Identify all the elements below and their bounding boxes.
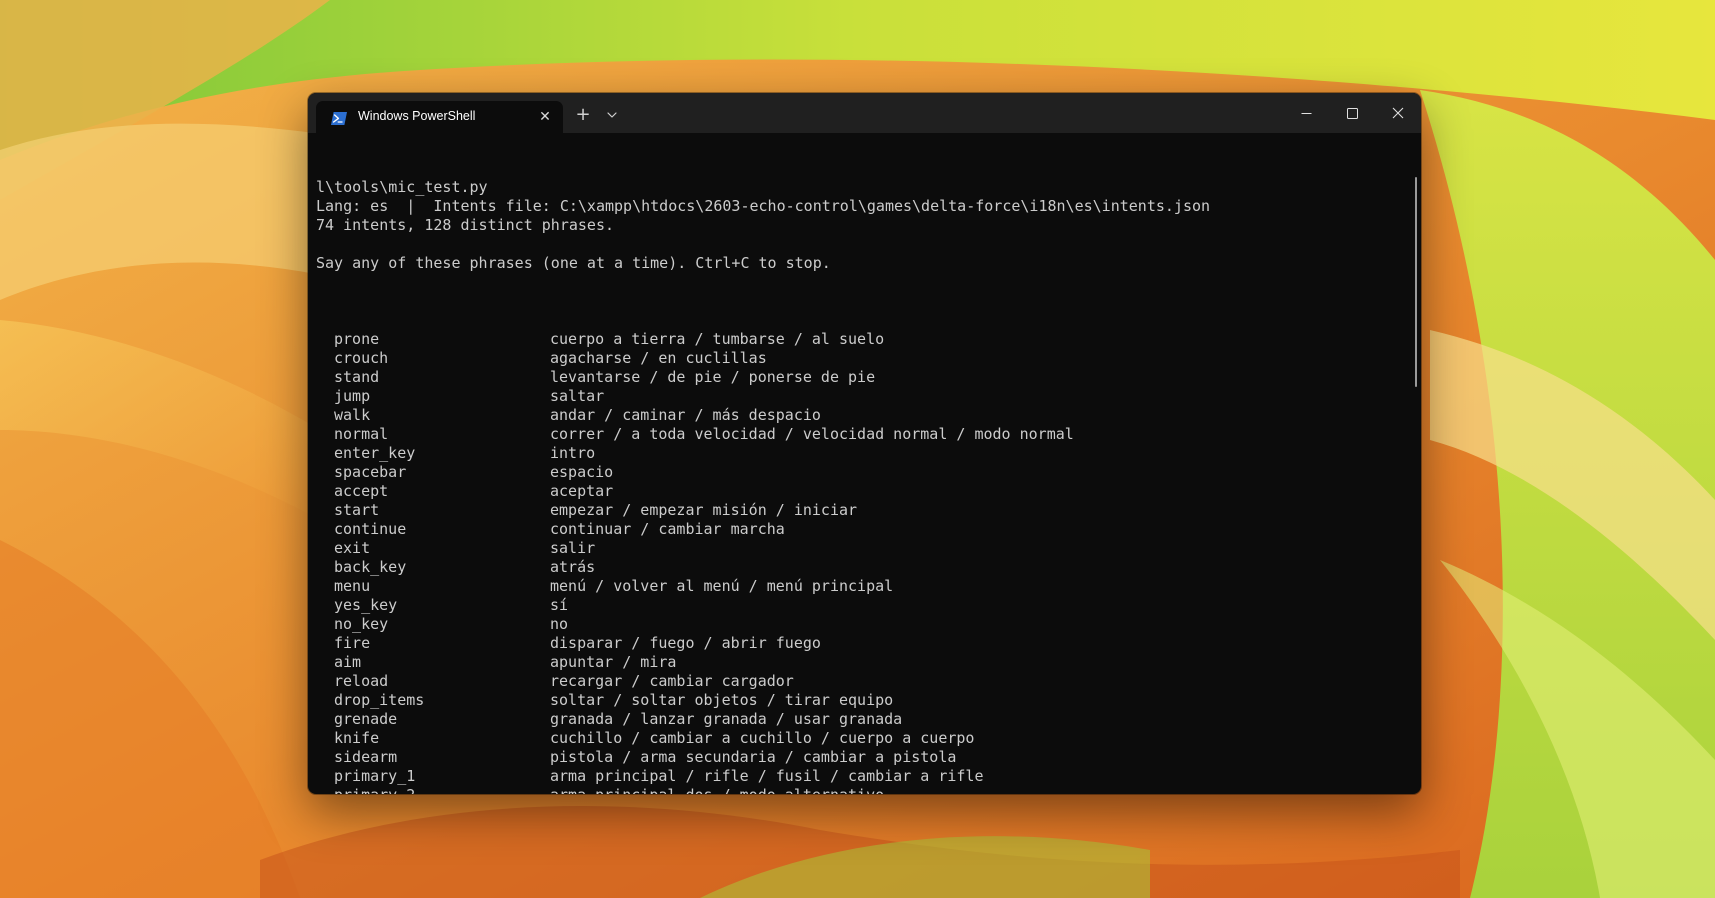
intent-phrases: continuar / cambiar marcha xyxy=(550,520,785,538)
intent-name: primary_1 xyxy=(334,767,416,785)
terminal-line: Lang: es | Intents file: C:\xampp\htdocs… xyxy=(316,197,1211,215)
intent-name: reload xyxy=(334,672,389,690)
maximize-icon[interactable] xyxy=(1329,93,1375,133)
intent-row: crouch agacharse / en cuclillas xyxy=(316,349,1406,368)
intent-row: primary_1 arma principal / rifle / fusil … xyxy=(316,767,1406,786)
terminal-line: 74 intents, 128 distinct phrases. xyxy=(316,216,615,234)
intent-row: normal correr / a toda velocidad / veloci… xyxy=(316,425,1406,444)
tab-windows-powershell[interactable]: Windows PowerShell ✕ xyxy=(316,101,563,133)
intent-row: start empezar / empezar misión / iniciar xyxy=(316,501,1406,520)
intent-row: continue continuar / cambiar marcha xyxy=(316,520,1406,539)
intent-row: no_key no xyxy=(316,615,1406,634)
intent-name: prone xyxy=(334,330,380,348)
intent-phrases: recargar / cambiar cargador xyxy=(550,672,794,690)
intent-row: knife cuchillo / cambiar a cuchillo / cue… xyxy=(316,729,1406,748)
intent-phrases: pistola / arma secundaria / cambiar a pi… xyxy=(550,748,957,766)
intent-phrases: disparar / fuego / abrir fuego xyxy=(550,634,821,652)
intent-phrases: apuntar / mira xyxy=(550,653,677,671)
intent-row: prone cuerpo a tierra / tumbarse / al sue… xyxy=(316,330,1406,349)
intent-phrases: atrás xyxy=(550,558,596,576)
intent-name: accept xyxy=(334,482,389,500)
intent-row: aim apuntar / mira xyxy=(316,653,1406,672)
intent-phrases: levantarse / de pie / ponerse de pie xyxy=(550,368,876,386)
powershell-icon xyxy=(331,110,347,125)
title-bar[interactable]: Windows PowerShell ✕ + xyxy=(308,93,1421,133)
intent-phrases: aceptar xyxy=(550,482,614,500)
intent-row: fire disparar / fuego / abrir fuego xyxy=(316,634,1406,653)
intent-name: primary_2 xyxy=(334,786,415,794)
intent-row: menu menú / volver al menú / menú princip… xyxy=(316,577,1406,596)
intent-phrases: no xyxy=(550,615,569,633)
intent-name: stand xyxy=(334,368,380,386)
intent-row: back_key atrás xyxy=(316,558,1406,577)
intent-row: jump saltar xyxy=(316,387,1406,406)
intent-row: accept aceptar xyxy=(316,482,1406,501)
intent-name: continue xyxy=(334,520,407,538)
intent-name: walk xyxy=(334,406,371,424)
intent-name: sidearm xyxy=(334,748,398,766)
powershell-window: Windows PowerShell ✕ + l\tools\mic_test.… xyxy=(308,93,1421,794)
intent-phrases: granada / lanzar granada / usar granada xyxy=(550,710,903,728)
intent-phrases: arma principal dos / modo alternativo xyxy=(550,786,884,794)
intent-phrases: menú / volver al menú / menú principal xyxy=(550,577,894,595)
intent-name: jump xyxy=(334,387,371,405)
intent-phrases: cuerpo a tierra / tumbarse / al suelo xyxy=(550,330,885,348)
intent-row: spacebar espacio xyxy=(316,463,1406,482)
intent-list: prone cuerpo a tierra / tumbarse / al sue… xyxy=(316,330,1406,794)
intent-name: grenade xyxy=(334,710,398,728)
intent-row: exit salir xyxy=(316,539,1406,558)
intent-phrases: agacharse / en cuclillas xyxy=(550,349,767,367)
chevron-down-icon[interactable] xyxy=(600,100,624,130)
intent-name: crouch xyxy=(334,349,389,367)
intent-name: knife xyxy=(334,729,380,747)
tab-title: Windows PowerShell xyxy=(358,109,476,123)
intent-row: reload recargar / cambiar cargador xyxy=(316,672,1406,691)
intent-phrases: arma principal / rifle / fusil / cambiar… xyxy=(550,767,984,785)
terminal-header-lines: l\tools\mic_test.py Lang: es | Intents fi… xyxy=(316,178,1406,292)
intent-row: sidearm pistola / arma secundaria / cambi… xyxy=(316,748,1406,767)
plus-icon[interactable]: + xyxy=(566,100,600,130)
terminal-line: l\tools\mic_test.py xyxy=(316,178,488,196)
intent-row: yes_key sí xyxy=(316,596,1406,615)
intent-phrases: cuchillo / cambiar a cuchillo / cuerpo a… xyxy=(550,729,975,747)
intent-name: normal xyxy=(334,425,389,443)
intent-phrases: andar / caminar / más despacio xyxy=(550,406,821,424)
intent-name: back_key xyxy=(334,558,407,576)
intent-row: primary_2 arma principal dos / modo alter… xyxy=(316,786,1406,794)
intent-row: enter_key intro xyxy=(316,444,1406,463)
intent-name: start xyxy=(334,501,380,519)
intent-row: drop_items soltar / soltar objetos / tira… xyxy=(316,691,1406,710)
intent-name: spacebar xyxy=(334,463,407,481)
close-window-icon[interactable] xyxy=(1375,93,1421,133)
intent-row: stand levantarse / de pie / ponerse de pi… xyxy=(316,368,1406,387)
intent-name: enter_key xyxy=(334,444,416,462)
intent-phrases: empezar / empezar misión / iniciar xyxy=(550,501,858,519)
intent-name: no_key xyxy=(334,615,389,633)
intent-name: exit xyxy=(334,539,371,557)
close-icon[interactable]: ✕ xyxy=(534,106,556,128)
terminal-line: Say any of these phrases (one at a time)… xyxy=(316,254,831,272)
intent-phrases: correr / a toda velocidad / velocidad no… xyxy=(550,425,1074,443)
scrollbar-thumb[interactable] xyxy=(1415,177,1417,387)
minimize-icon[interactable] xyxy=(1283,93,1329,133)
intent-phrases: soltar / soltar objetos / tirar equipo xyxy=(550,691,894,709)
intent-name: drop_items xyxy=(334,691,425,709)
intent-name: menu xyxy=(334,577,371,595)
intent-phrases: saltar xyxy=(550,387,605,405)
intent-phrases: espacio xyxy=(550,463,614,481)
scrollbar[interactable] xyxy=(1412,177,1420,789)
intent-row: grenade granada / lanzar granada / usar g… xyxy=(316,710,1406,729)
intent-phrases: sí xyxy=(550,596,569,614)
intent-phrases: salir xyxy=(550,539,596,557)
intent-name: yes_key xyxy=(334,596,398,614)
intent-row: walk andar / caminar / más despacio xyxy=(316,406,1406,425)
intent-name: aim xyxy=(334,653,362,671)
intent-phrases: intro xyxy=(550,444,596,462)
intent-name: fire xyxy=(334,634,371,652)
terminal-output[interactable]: l\tools\mic_test.py Lang: es | Intents fi… xyxy=(316,140,1406,794)
